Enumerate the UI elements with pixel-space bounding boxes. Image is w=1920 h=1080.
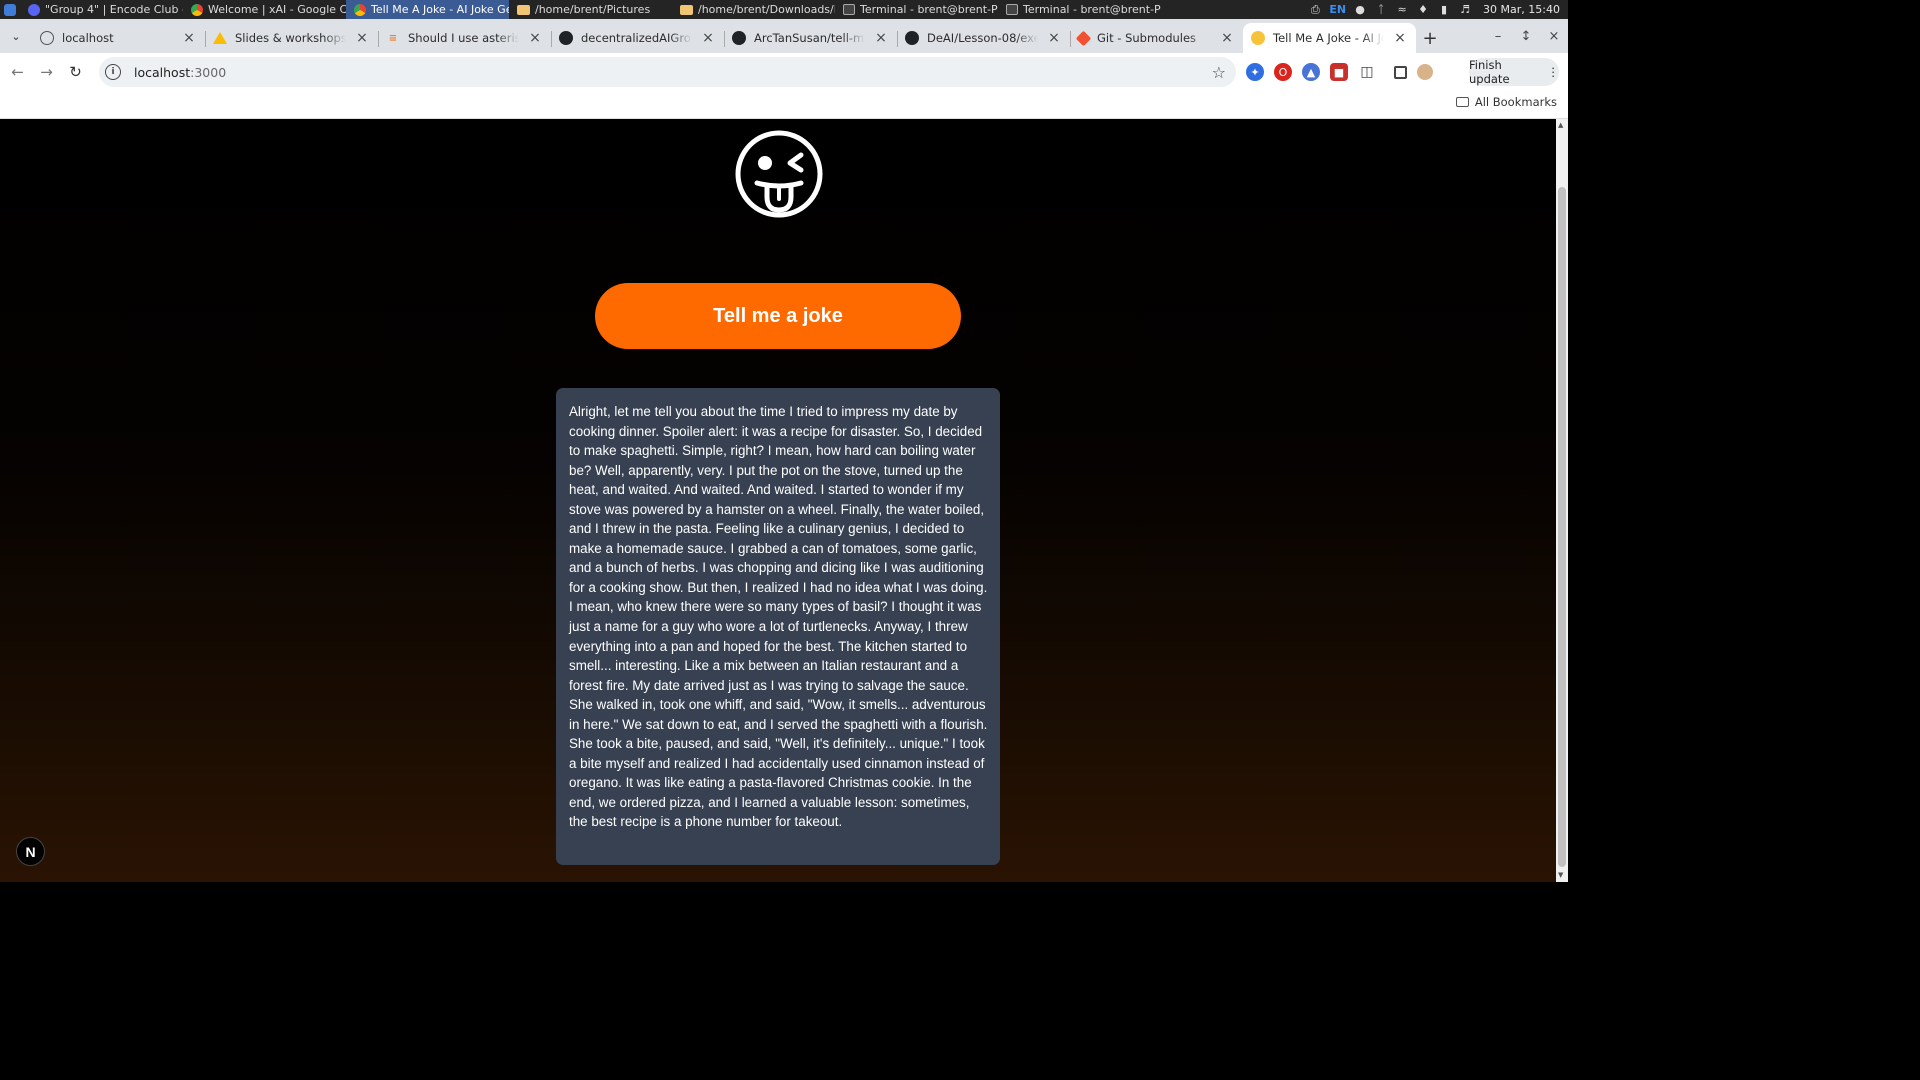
browser-toolbar: ← → ↻ i localhost:3000 ☆ ✦ O ▲ ■ ◫ Finis… bbox=[0, 53, 1568, 90]
close-icon[interactable]: × bbox=[873, 30, 889, 46]
reload-icon[interactable]: ↻ bbox=[61, 57, 90, 86]
taskbar-window-downloads[interactable]: /home/brent/Downloads/En... bbox=[672, 0, 835, 19]
folder-icon bbox=[680, 4, 693, 15]
minimize-icon[interactable]: – bbox=[1484, 29, 1512, 44]
browser-tab-strip: ⌄ localhost× Slides & workshops - Google… bbox=[0, 19, 1568, 53]
terminal-icon bbox=[843, 4, 855, 15]
joke-text: Alright, let me tell you about the time … bbox=[569, 404, 988, 830]
extension-screenshot-icon[interactable]: ■ bbox=[1330, 63, 1348, 81]
joke-card: Alright, let me tell you about the time … bbox=[556, 388, 1000, 865]
folder-icon bbox=[517, 4, 530, 15]
drive-icon bbox=[213, 32, 227, 44]
tab-github-lesson-08[interactable]: DeAI/Lesson-08/exercise× bbox=[897, 23, 1070, 53]
printer-icon[interactable]: ⎙ bbox=[1308, 3, 1322, 16]
scroll-up-arrow-icon[interactable]: ▲ bbox=[1558, 121, 1563, 129]
tell-me-a-joke-button[interactable]: Tell me a joke bbox=[595, 283, 961, 349]
tab-search-chevron-icon[interactable]: ⌄ bbox=[0, 19, 32, 53]
bell-icon[interactable]: ♦ bbox=[1416, 3, 1430, 16]
scroll-thumb[interactable] bbox=[1558, 187, 1566, 867]
tab-tell-me-a-joke[interactable]: Tell Me A Joke - AI Joke Generator× bbox=[1243, 23, 1416, 53]
github-icon bbox=[559, 31, 573, 45]
taskbar-window-chrome-joke[interactable]: Tell Me A Joke - AI Joke Gene... bbox=[346, 0, 509, 19]
tab-git-submodules[interactable]: Git - Submodules × bbox=[1070, 23, 1243, 53]
taskbar-window-terminal-2[interactable]: Terminal - brent@brent-P65... bbox=[998, 0, 1161, 19]
keyboard-layout[interactable]: EN bbox=[1329, 3, 1346, 16]
all-bookmarks-button[interactable]: All Bookmarks bbox=[1455, 95, 1557, 109]
extension-wallet-icon[interactable]: ▲ bbox=[1302, 63, 1320, 81]
page-scrollbar[interactable]: ▲ ▼ bbox=[1556, 119, 1568, 882]
window-close-icon[interactable]: × bbox=[1540, 29, 1568, 44]
site-info-icon[interactable]: i bbox=[105, 64, 121, 80]
system-tray: ⎙ EN ● ᛏ ≈ ♦ ▮ ♬ 30 Mar, 15:40 bbox=[1308, 3, 1568, 17]
profile-avatar[interactable] bbox=[1417, 64, 1433, 80]
app-launcher-icon[interactable] bbox=[0, 0, 20, 19]
bookmarks-bar: All Bookmarks bbox=[0, 90, 1568, 119]
finish-update-button[interactable]: Finish update ⋮ bbox=[1469, 58, 1559, 86]
kebab-menu-icon[interactable]: ⋮ bbox=[1548, 65, 1560, 79]
scroll-down-arrow-icon[interactable]: ▼ bbox=[1558, 871, 1563, 879]
close-icon[interactable]: × bbox=[700, 30, 716, 46]
close-icon[interactable]: × bbox=[527, 30, 543, 46]
extensions-puzzle-icon[interactable]: ◫ bbox=[1358, 63, 1376, 81]
discord-icon bbox=[28, 3, 40, 16]
tab-localhost[interactable]: localhost × bbox=[32, 23, 205, 53]
taskbar-window-pictures[interactable]: /home/brent/Pictures bbox=[509, 0, 672, 19]
forward-arrow-icon[interactable]: → bbox=[32, 57, 61, 86]
terminal-icon bbox=[1006, 4, 1018, 15]
globe-icon bbox=[40, 31, 54, 45]
chrome-icon bbox=[191, 3, 203, 16]
window-controls: – ↕ × bbox=[1484, 19, 1568, 53]
extensions-row: ✦ O ▲ ■ ◫ bbox=[1246, 57, 1433, 87]
discord-tray-icon[interactable]: ● bbox=[1353, 3, 1367, 16]
back-arrow-icon[interactable]: ← bbox=[3, 57, 32, 86]
taskbar-window-terminal-1[interactable]: Terminal - brent@brent-P65... bbox=[835, 0, 998, 19]
taskbar-window-discord[interactable]: "Group 4" | Encode Club - D... bbox=[20, 0, 183, 19]
tab-github-tell-me-a-joke[interactable]: ArcTanSusan/tell-me-a-joke× bbox=[724, 23, 897, 53]
close-icon[interactable]: × bbox=[1219, 30, 1235, 46]
close-icon[interactable]: × bbox=[1392, 30, 1408, 46]
url-text[interactable]: localhost:3000 bbox=[134, 65, 226, 80]
close-icon[interactable]: × bbox=[181, 30, 197, 46]
close-icon[interactable]: × bbox=[354, 30, 370, 46]
address-bar[interactable]: i localhost:3000 ☆ bbox=[99, 57, 1236, 87]
git-icon bbox=[1075, 30, 1092, 46]
volume-icon[interactable]: ♬ bbox=[1458, 3, 1472, 16]
emoji-icon bbox=[1251, 31, 1265, 45]
taskbar-window-chrome-xai[interactable]: Welcome | xAI - Google Chr... bbox=[183, 0, 346, 19]
close-icon[interactable]: × bbox=[1046, 30, 1062, 46]
github-icon bbox=[905, 31, 919, 45]
clock[interactable]: 30 Mar, 15:40 bbox=[1483, 3, 1560, 16]
bookmark-star-icon[interactable]: ☆ bbox=[1212, 63, 1226, 82]
winking-tongue-emoji-icon bbox=[735, 130, 823, 218]
bluetooth-icon[interactable]: ᛏ bbox=[1374, 3, 1388, 16]
os-taskbar: "Group 4" | Encode Club - D... Welcome |… bbox=[0, 0, 1568, 19]
wifi-icon[interactable]: ≈ bbox=[1395, 3, 1409, 16]
extension-blue-icon[interactable]: ✦ bbox=[1246, 63, 1264, 81]
maximize-icon[interactable]: ↕ bbox=[1512, 29, 1540, 44]
side-panel-icon[interactable] bbox=[1394, 65, 1407, 79]
page-viewport: Tell me a joke Alright, let me tell you … bbox=[0, 119, 1556, 882]
nextjs-dev-indicator[interactable]: N bbox=[16, 837, 45, 866]
tab-github-group4[interactable]: decentralizedAIGroup4/× bbox=[551, 23, 724, 53]
chrome-icon bbox=[354, 3, 366, 16]
extension-red-icon[interactable]: O bbox=[1274, 63, 1292, 81]
github-icon bbox=[732, 31, 746, 45]
tab-google-drive[interactable]: Slides & workshops - Google Drive× bbox=[205, 23, 378, 53]
folder-icon bbox=[1455, 97, 1469, 107]
battery-icon[interactable]: ▮ bbox=[1437, 3, 1451, 16]
new-tab-button[interactable]: + bbox=[1416, 23, 1444, 53]
stackoverflow-icon: ≡ bbox=[388, 32, 398, 44]
tab-stackoverflow[interactable]: ≡Should I use asterisks or× bbox=[378, 23, 551, 53]
